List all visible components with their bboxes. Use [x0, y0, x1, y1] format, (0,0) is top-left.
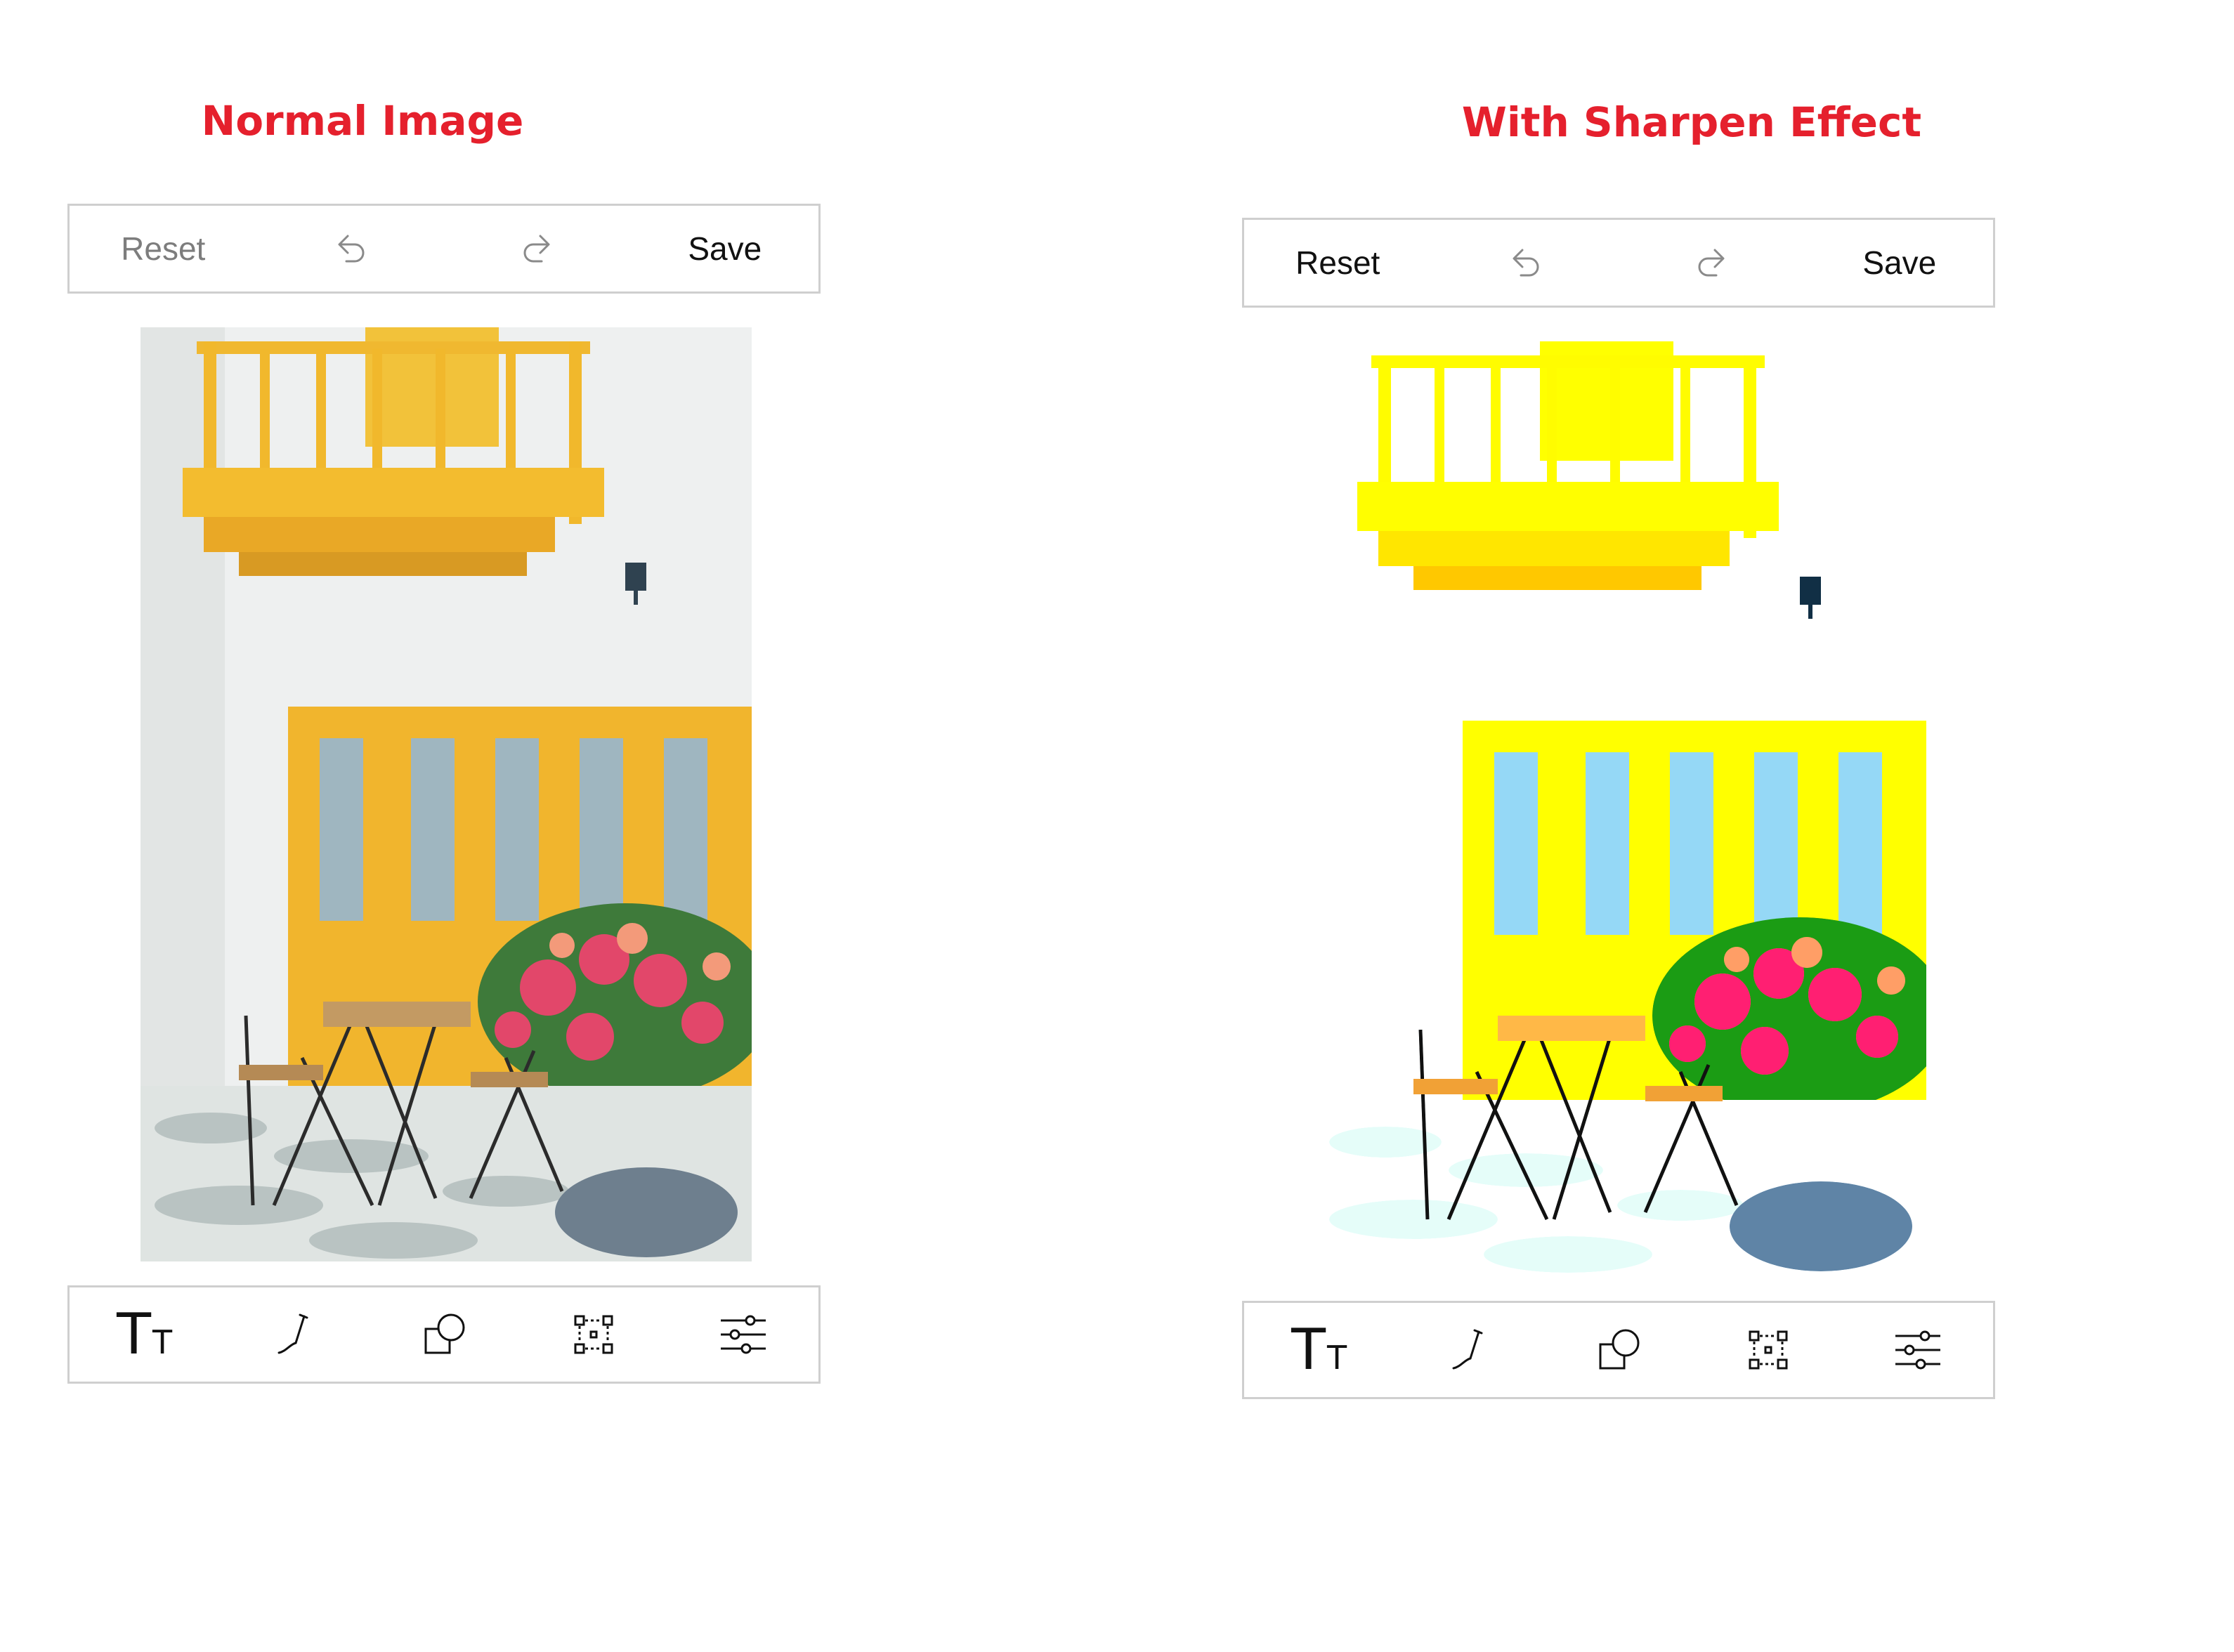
shapes-tool-button[interactable]: [1543, 1303, 1693, 1397]
reset-button[interactable]: Reset: [1244, 220, 1432, 306]
save-button[interactable]: Save: [1806, 220, 1994, 306]
pen-icon: [1452, 1329, 1483, 1370]
undo-button[interactable]: [1432, 220, 1619, 306]
redo-icon: [1698, 249, 1725, 277]
shapes-icon: [1599, 1329, 1640, 1370]
text-icon: TT: [117, 1302, 173, 1367]
reset-button[interactable]: Reset: [70, 206, 257, 291]
transform-tool-button[interactable]: [519, 1287, 669, 1382]
adjust-tool-button[interactable]: [669, 1287, 818, 1382]
adjust-sliders-icon: [1895, 1330, 1941, 1370]
redo-button[interactable]: [1619, 220, 1806, 306]
panel-sharpen: With Sharpen Effect Reset Save TT: [1242, 0, 2001, 1652]
adjust-tool-button[interactable]: [1843, 1303, 1993, 1397]
edited-image: [141, 327, 752, 1261]
undo-icon: [1513, 249, 1539, 277]
shapes-icon: [424, 1313, 465, 1354]
redo-button[interactable]: [444, 206, 632, 291]
bottom-toolbar: TT: [1242, 1301, 1995, 1399]
top-toolbar: Reset Save: [1242, 218, 1995, 308]
transform-tool-button[interactable]: [1694, 1303, 1843, 1397]
pen-tool-button[interactable]: [219, 1287, 369, 1382]
undo-button[interactable]: [257, 206, 445, 291]
redo-icon: [523, 235, 550, 263]
edited-image-sharpened: [1315, 341, 1926, 1276]
pen-icon: [277, 1313, 308, 1354]
shapes-tool-button[interactable]: [369, 1287, 518, 1382]
crop-transform-icon: [1749, 1330, 1788, 1370]
panel-normal: Normal Image Reset Save TT: [67, 0, 826, 1652]
top-toolbar: Reset Save: [67, 204, 821, 294]
adjust-sliders-icon: [721, 1315, 766, 1354]
crop-transform-icon: [574, 1315, 613, 1354]
bottom-toolbar: TT: [67, 1285, 821, 1384]
save-button[interactable]: Save: [632, 206, 819, 291]
text-icon: TT: [1291, 1317, 1347, 1382]
panel-caption: Normal Image: [201, 97, 524, 145]
undo-icon: [338, 235, 365, 263]
panel-caption: With Sharpen Effect: [1461, 98, 1922, 146]
text-tool-button[interactable]: TT: [70, 1287, 219, 1382]
pen-tool-button[interactable]: [1394, 1303, 1543, 1397]
text-tool-button[interactable]: TT: [1244, 1303, 1394, 1397]
